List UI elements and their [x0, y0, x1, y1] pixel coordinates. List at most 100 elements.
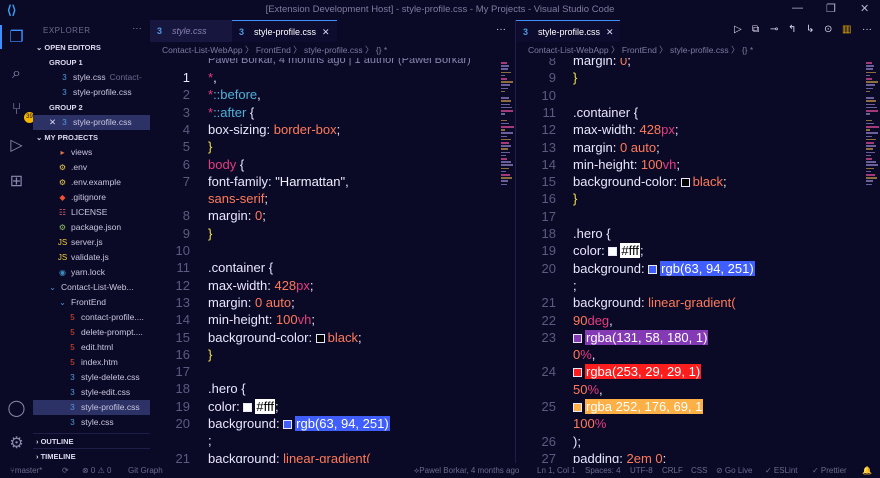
list-item[interactable]: ◉ yarn.lock [33, 265, 150, 280]
code-line[interactable]: 15 background-color: black; [150, 329, 515, 346]
next-change-icon[interactable]: ↳ [806, 24, 814, 35]
source-control-icon[interactable]: ⑂ 39 [6, 99, 35, 123]
prettier-status[interactable]: ✓ Prettier [812, 463, 847, 478]
code-line[interactable]: 0%, [516, 346, 880, 363]
code-line[interactable]: 4 box-sizing: border-box; [150, 121, 515, 138]
color-swatch[interactable] [608, 247, 618, 257]
list-item[interactable]: 5 delete-prompt.... [33, 325, 150, 340]
list-item[interactable]: ⚙ .env [33, 160, 150, 175]
search-icon[interactable]: ⌕ [6, 63, 27, 84]
eslint-status[interactable]: ✓ ESLint [765, 463, 798, 478]
code-line[interactable]: 11 .container { [516, 104, 880, 121]
previous-change-icon[interactable]: ↰ [788, 24, 796, 35]
list-item[interactable]: ◆ .gitignore [33, 190, 150, 205]
code-line[interactable]: 20 background: rgb(63, 94, 251) [516, 260, 880, 277]
compare-icon[interactable]: ⧉ [752, 24, 759, 35]
color-swatch[interactable] [243, 402, 253, 412]
list-item[interactable]: ⚙ package.json [33, 220, 150, 235]
sync-icon[interactable]: ⟳ [62, 463, 69, 478]
code-line[interactable]: 21 background: linear-gradient( [150, 450, 515, 463]
settings-gear-icon[interactable]: ⚙ [6, 433, 27, 454]
line-endings[interactable]: CRLF [662, 463, 683, 478]
code-line[interactable]: 100% [516, 415, 880, 432]
breadcrumb[interactable]: Contact-List-WebApp 〉 FrontEnd 〉 style-p… [150, 42, 515, 58]
list-item[interactable]: 5 edit.html [33, 340, 150, 355]
timeline-section[interactable]: › TIMELINE [33, 448, 150, 463]
code-line[interactable]: 19 color: #fff; [516, 242, 880, 259]
code-line[interactable]: 12 max-width: 428px; [150, 277, 515, 294]
git-graph-button[interactable]: Git Graph [128, 463, 163, 478]
cursor-position[interactable]: Ln 1, Col 1 [537, 463, 576, 478]
list-item[interactable]: ▸ views [33, 145, 150, 160]
code-line[interactable]: 11 .container { [150, 259, 515, 276]
code-line[interactable]: 10 [516, 87, 880, 104]
minimap-left[interactable] [501, 58, 515, 463]
minimize-icon[interactable]: — [792, 2, 803, 14]
code-line[interactable]: 19 color: #fff; [150, 398, 515, 415]
list-item[interactable]: 3 style.css [33, 415, 150, 430]
go-live-button[interactable]: ⊘ Go Live [716, 463, 753, 478]
tab-style-profile-css-right[interactable]: 3 style-profile.css ✕ [516, 20, 620, 42]
code-line[interactable]: 15 background-color: black; [516, 173, 880, 190]
code-line[interactable]: 7 font-family: "Harmattan", [150, 173, 515, 190]
code-line[interactable]: 9} [516, 69, 880, 86]
more-actions-icon[interactable]: ··· [133, 24, 143, 33]
code-line[interactable]: 1 *, [150, 69, 515, 86]
list-item[interactable]: 3 style-profile.css [33, 85, 150, 100]
color-swatch[interactable] [680, 178, 690, 188]
list-item[interactable]: ⌄ FrontEnd [33, 295, 150, 310]
code-line[interactable]: sans-serif; [150, 190, 515, 207]
maximize-icon[interactable]: ❐ [826, 2, 836, 15]
color-swatch[interactable] [573, 333, 582, 343]
git-blame-annotation[interactable]: Pawel Borkar, 4 months ago | 1 author (P… [208, 58, 515, 69]
code-line[interactable]: 18 .hero { [150, 380, 515, 397]
list-item[interactable]: JS validate.js [33, 250, 150, 265]
tab-style-css[interactable]: 3 style.css [150, 20, 232, 42]
open-editors-section[interactable]: ⌄ OPEN EDITORS [33, 40, 150, 55]
code-line[interactable]: 14 min-height: 100vh; [150, 311, 515, 328]
blame-status[interactable]: ⟡ Pawel Borkar, 4 months ago [414, 463, 519, 478]
list-item[interactable]: JS server.js [33, 235, 150, 250]
indentation[interactable]: Spaces: 4 [585, 463, 621, 478]
code-line[interactable]: 2 *::before, [150, 86, 515, 103]
code-line[interactable]: 14 min-height: 100vh; [516, 156, 880, 173]
color-swatch[interactable] [315, 333, 325, 343]
minimap-right[interactable] [866, 58, 880, 463]
run-icon[interactable]: ▷ [734, 24, 742, 35]
color-swatch[interactable] [283, 420, 293, 429]
my-projects-section[interactable]: ⌄ MY PROJECTS [33, 130, 150, 145]
close-tab-icon[interactable]: ✕ [606, 27, 614, 37]
account-icon[interactable]: ◯ [6, 398, 27, 419]
code-line[interactable]: 21 background: linear-gradient( [516, 294, 880, 311]
list-item[interactable]: ⌄ Contact-List-Web... [33, 280, 150, 295]
list-item[interactable]: 5 index.htm [33, 355, 150, 370]
code-line[interactable]: 50%, [516, 381, 880, 398]
close-tab-icon[interactable]: ✕ [322, 27, 330, 37]
list-item[interactable]: ⚙ .env.example [33, 175, 150, 190]
color-swatch[interactable] [573, 368, 582, 378]
code-line[interactable]: 16} [516, 190, 880, 207]
explorer-icon[interactable]: ❐ [6, 27, 27, 48]
outline-section[interactable]: › OUTLINE [33, 433, 150, 448]
notifications-icon[interactable]: 🔔 [862, 463, 872, 478]
color-swatch[interactable] [648, 264, 658, 274]
list-item[interactable]: 3 style.css Contact- [33, 70, 150, 85]
code-line[interactable]: 8 margin: 0; [150, 207, 515, 224]
code-line[interactable]: 12 max-width: 428px; [516, 121, 880, 138]
problems-indicator[interactable]: ⊗ 0 ⚠ 0 [82, 463, 111, 478]
code-area-left[interactable]: Pawel Borkar, 4 months ago | 1 author (P… [150, 58, 515, 463]
code-line[interactable]: ; [150, 432, 515, 449]
more-actions-icon[interactable]: ··· [496, 24, 506, 35]
list-item[interactable]: 3 style-edit.css [33, 385, 150, 400]
code-line[interactable]: 3 *::after { [150, 104, 515, 121]
tab-style-profile-css[interactable]: 3 style-profile.css ✕ [232, 20, 337, 42]
code-line[interactable]: 24 rgba(253, 29, 29, 1) [516, 363, 880, 380]
code-line[interactable]: 23 rgba(131, 58, 180, 1) [516, 329, 880, 346]
list-item[interactable]: 3 style-delete.css [33, 370, 150, 385]
code-line[interactable]: 8 margin: 0; [516, 58, 880, 69]
extensions-icon[interactable]: ⊞ [6, 171, 27, 192]
code-line[interactable]: 13 margin: 0 auto; [516, 139, 880, 156]
code-line[interactable]: 16} [150, 346, 515, 363]
encoding[interactable]: UTF-8 [630, 463, 653, 478]
language-mode[interactable]: CSS [691, 463, 707, 478]
